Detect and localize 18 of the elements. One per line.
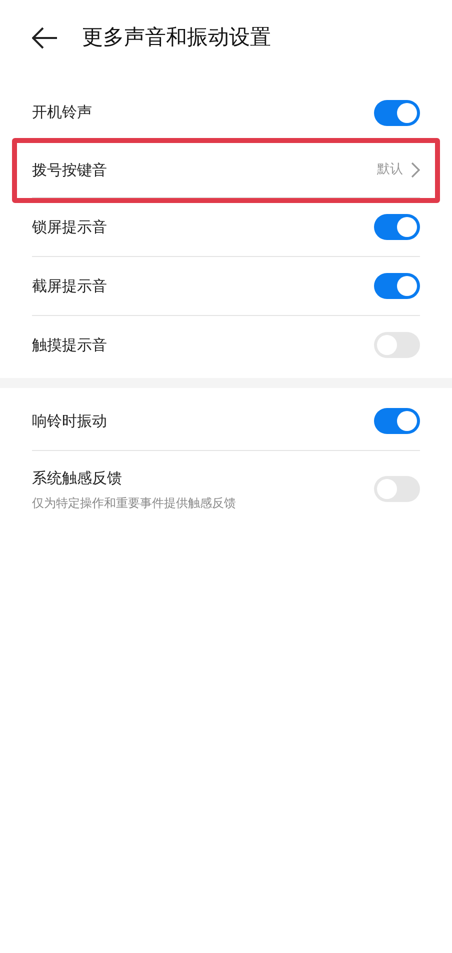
toggle-switch[interactable] [374,273,420,299]
setting-label: 系统触感反馈 [32,468,123,489]
setting-label: 开机铃声 [32,102,92,124]
page-title: 更多声音和振动设置 [82,24,271,51]
toggle-switch[interactable] [374,408,420,434]
setting-description: 仅为特定操作和重要事件提供触感反馈 [32,494,236,512]
back-arrow-icon[interactable] [32,26,58,49]
setting-label: 触摸提示音 [32,334,107,356]
chevron-right-icon [411,162,420,178]
setting-label: 响铃时振动 [32,410,107,432]
setting-label: 截屏提示音 [32,276,107,297]
toggle-switch[interactable] [374,100,420,126]
toggle-switch[interactable] [374,332,420,358]
setting-label: 锁屏提示音 [32,216,107,238]
toggle-switch[interactable] [374,476,420,502]
toggle-switch[interactable] [374,214,420,240]
setting-label: 拨号按键音 [32,160,107,180]
value-text: 默认 [377,161,403,179]
